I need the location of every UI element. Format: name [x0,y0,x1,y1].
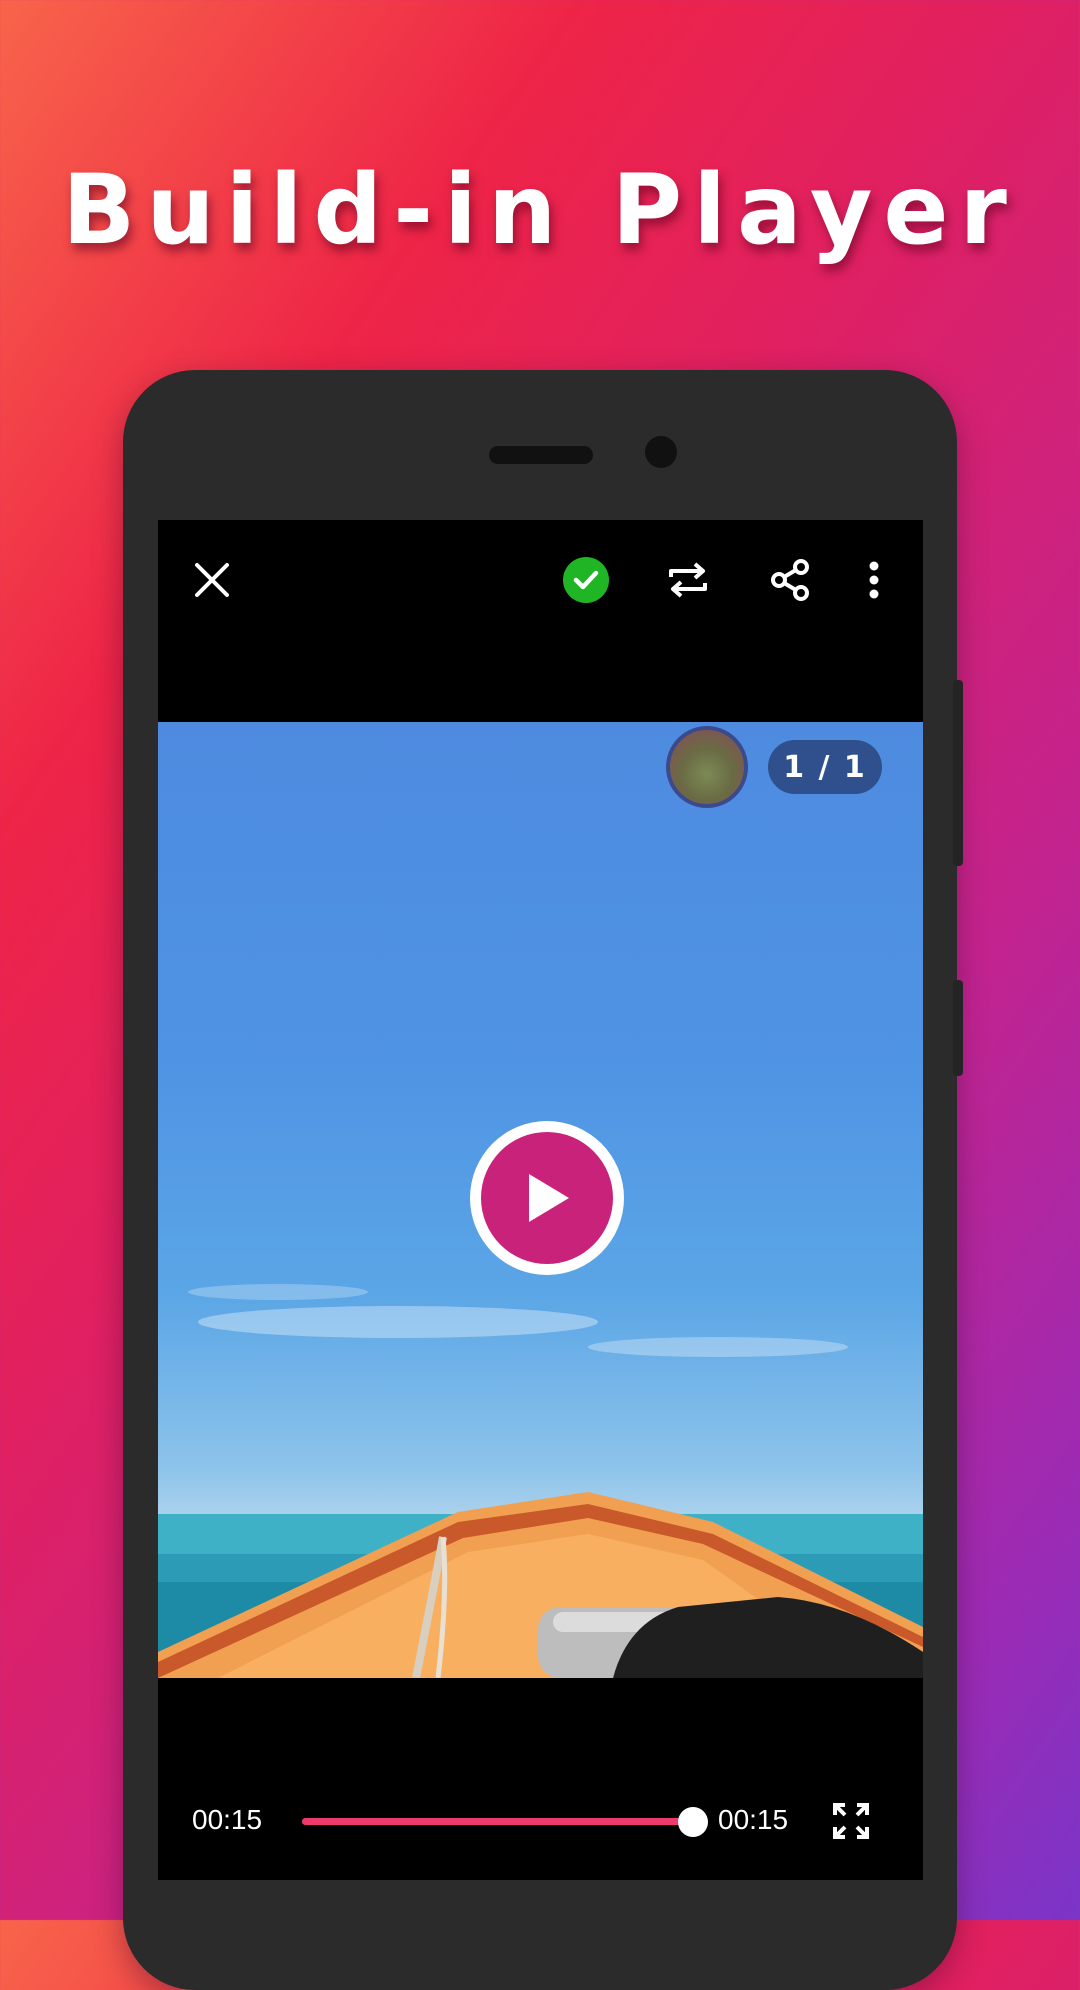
earpiece-speaker [489,446,593,464]
playback-controls: 00:15 00:15 [158,1790,923,1850]
more-vertical-icon [869,561,879,599]
elapsed-time: 00:15 [192,1804,263,1835]
play-button-face [481,1132,613,1264]
player-screen: 1 / 1 00:15 00:15 [158,520,923,1880]
fullscreen-icon [833,1803,869,1839]
share-button[interactable] [760,550,820,610]
repost-button[interactable] [658,550,718,610]
player-toolbar [158,520,923,640]
seek-thumb[interactable] [678,1807,708,1837]
play-button[interactable] [470,1121,624,1275]
check-circle-icon [563,557,609,603]
seek-progress [302,1818,693,1825]
promo-headline: Build-in Player [62,154,1018,266]
total-duration: 00:15 [718,1804,789,1835]
play-icon [529,1174,569,1222]
phone-frame: 1 / 1 00:15 00:15 [123,370,963,1990]
video-frame[interactable]: 1 / 1 [158,722,923,1678]
uploader-avatar[interactable] [666,726,748,808]
close-button[interactable] [182,550,242,610]
media-counter: 1 / 1 [768,740,882,794]
more-options-button[interactable] [854,550,894,610]
power-button [953,980,963,1076]
verified-badge[interactable] [556,550,616,610]
volume-button [953,680,963,866]
share-icon [771,559,809,601]
seek-bar[interactable] [302,1807,708,1837]
front-camera [645,436,677,468]
close-icon [195,563,229,597]
repeat-icon [669,562,707,598]
fullscreen-button[interactable] [826,1796,876,1846]
